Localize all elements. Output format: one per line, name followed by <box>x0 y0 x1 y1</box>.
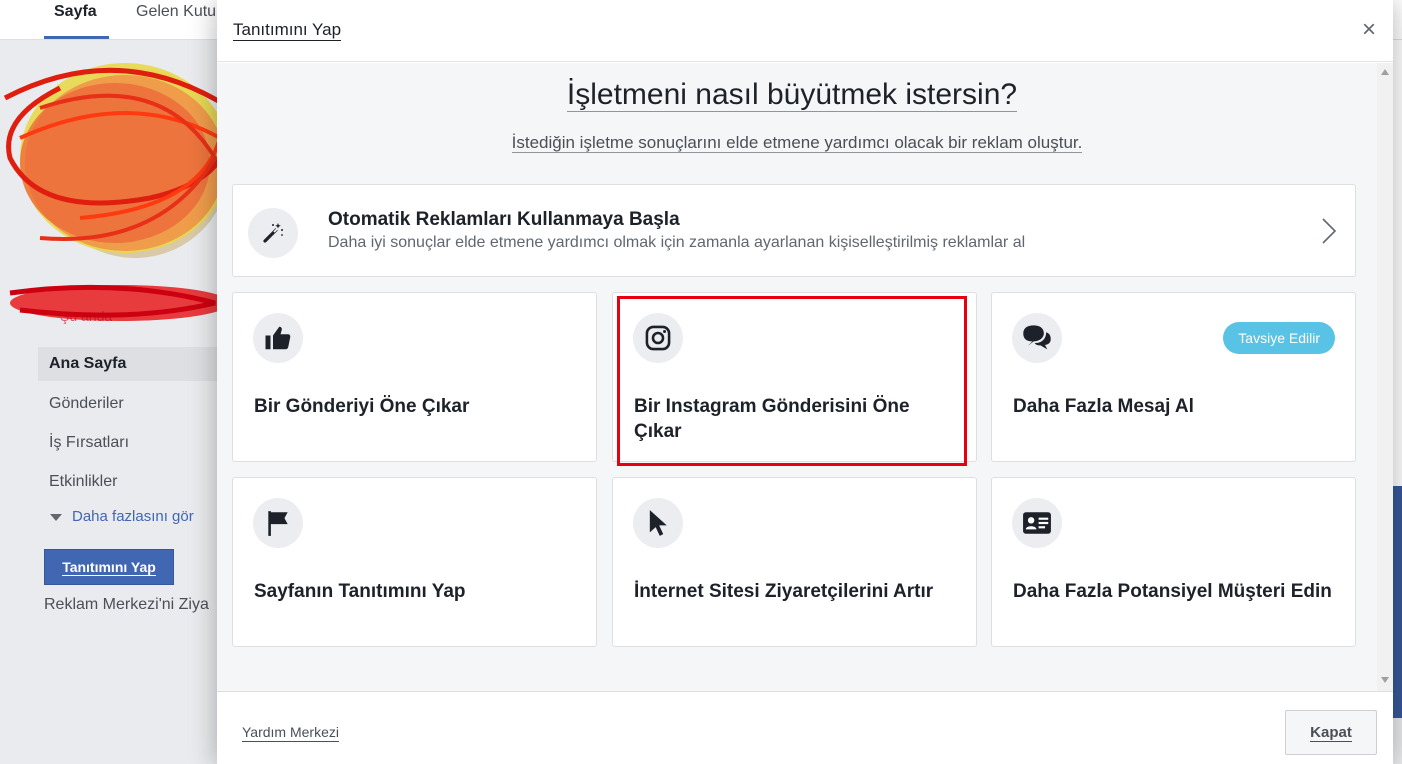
ads-center-text[interactable]: Reklam Merkezi'ni Ziya <box>44 596 220 614</box>
see-more-link[interactable]: Daha fazlasını gör <box>50 508 194 525</box>
obscured-status-label: Şu anda <box>60 308 113 324</box>
sidebar-item-events[interactable]: Etkinlikler <box>38 465 218 499</box>
thumbs-up-icon <box>253 313 303 363</box>
boost-post-card[interactable]: Bir Gönderiyi Öne Çıkar <box>232 292 597 462</box>
website-visitors-card[interactable]: İnternet Sitesi Ziyaretçilerini Artır <box>612 477 977 647</box>
automated-ads-title: Otomatik Reklamları Kullanmaya Başla <box>328 209 680 230</box>
caret-down-icon <box>50 513 62 521</box>
contact-card-icon <box>1012 498 1062 548</box>
help-center-link[interactable]: Yardım Merkezi <box>242 724 339 742</box>
get-more-messages-label: Daha Fazla Mesaj Al <box>1013 396 1194 417</box>
get-more-leads-card[interactable]: Daha Fazla Potansiyel Müşteri Edin <box>991 477 1356 647</box>
promote-button-label: Tanıtımını Yap <box>62 559 156 576</box>
headline-text: İşletmeni nasıl büyütmek istersin? <box>566 78 1018 112</box>
cursor-icon <box>633 498 683 548</box>
dialog-body: İşletmeni nasıl büyütmek istersin? İsted… <box>217 63 1377 691</box>
tab-inbox[interactable]: Gelen Kutu <box>136 3 216 21</box>
active-tab-indicator <box>44 36 109 39</box>
chevron-right-icon <box>1322 218 1337 244</box>
sidebar-item-jobs[interactable]: İş Fırsatları <box>38 426 218 460</box>
flag-icon <box>253 498 303 548</box>
dialog-header: Tanıtımını Yap × <box>217 0 1393 62</box>
tab-page[interactable]: Sayfa <box>54 3 97 21</box>
get-more-leads-label: Daha Fazla Potansiyel Müşteri Edin <box>1013 581 1332 602</box>
scroll-down-arrow-icon[interactable] <box>1381 677 1389 683</box>
boost-post-label: Bir Gönderiyi Öne Çıkar <box>254 396 470 417</box>
boost-instagram-post-card[interactable]: Bir Instagram Gönderisini Öne Çıkar <box>612 292 977 462</box>
right-edge-blue-panel <box>1392 486 1402 718</box>
close-button-label: Kapat <box>1310 724 1352 742</box>
chat-bubbles-icon <box>1012 313 1062 363</box>
sidebar-item-home[interactable]: Ana Sayfa <box>38 347 218 381</box>
redacted-profile-scribble <box>3 63 234 321</box>
close-icon[interactable]: × <box>1357 18 1381 42</box>
promote-button[interactable]: Tanıtımını Yap <box>44 549 174 585</box>
see-more-label: Daha fazlasını gör <box>72 508 194 525</box>
recommended-badge: Tavsiye Edilir <box>1223 322 1335 354</box>
scroll-up-arrow-icon[interactable] <box>1381 69 1389 75</box>
dialog-subheadline: İstediğin işletme sonuçlarını elde etmen… <box>217 133 1377 153</box>
right-edge-panel <box>1392 40 1402 486</box>
get-more-messages-card[interactable]: Tavsiye Edilir Daha Fazla Mesaj Al <box>991 292 1356 462</box>
instagram-icon <box>633 313 683 363</box>
website-visitors-label: İnternet Sitesi Ziyaretçilerini Artır <box>634 581 934 602</box>
dialog-headline: İşletmeni nasıl büyütmek istersin? <box>217 77 1367 113</box>
subheadline-text: İstediğin işletme sonuçlarını elde etmen… <box>511 133 1083 153</box>
automated-ads-description: Daha iyi sonuçlar elde etmene yardımcı o… <box>328 234 1026 251</box>
sidebar-item-posts[interactable]: Gönderiler <box>38 387 218 421</box>
dialog-title: Tanıtımını Yap <box>233 20 342 41</box>
promote-dialog: Tanıtımını Yap × İşletmeni nasıl büyütme… <box>217 0 1393 764</box>
boost-instagram-post-label: Bir Instagram Gönderisini Öne Çıkar <box>634 396 910 442</box>
promote-page-label: Sayfanın Tanıtımını Yap <box>254 581 466 602</box>
automated-ads-card[interactable]: Otomatik Reklamları Kullanmaya Başla Dah… <box>232 184 1356 277</box>
promote-page-card[interactable]: Sayfanın Tanıtımını Yap <box>232 477 597 647</box>
magic-wand-icon <box>248 208 298 258</box>
close-button[interactable]: Kapat <box>1285 710 1377 755</box>
dialog-scrollbar[interactable] <box>1377 63 1393 691</box>
dialog-footer: Yardım Merkezi Kapat <box>217 691 1393 764</box>
